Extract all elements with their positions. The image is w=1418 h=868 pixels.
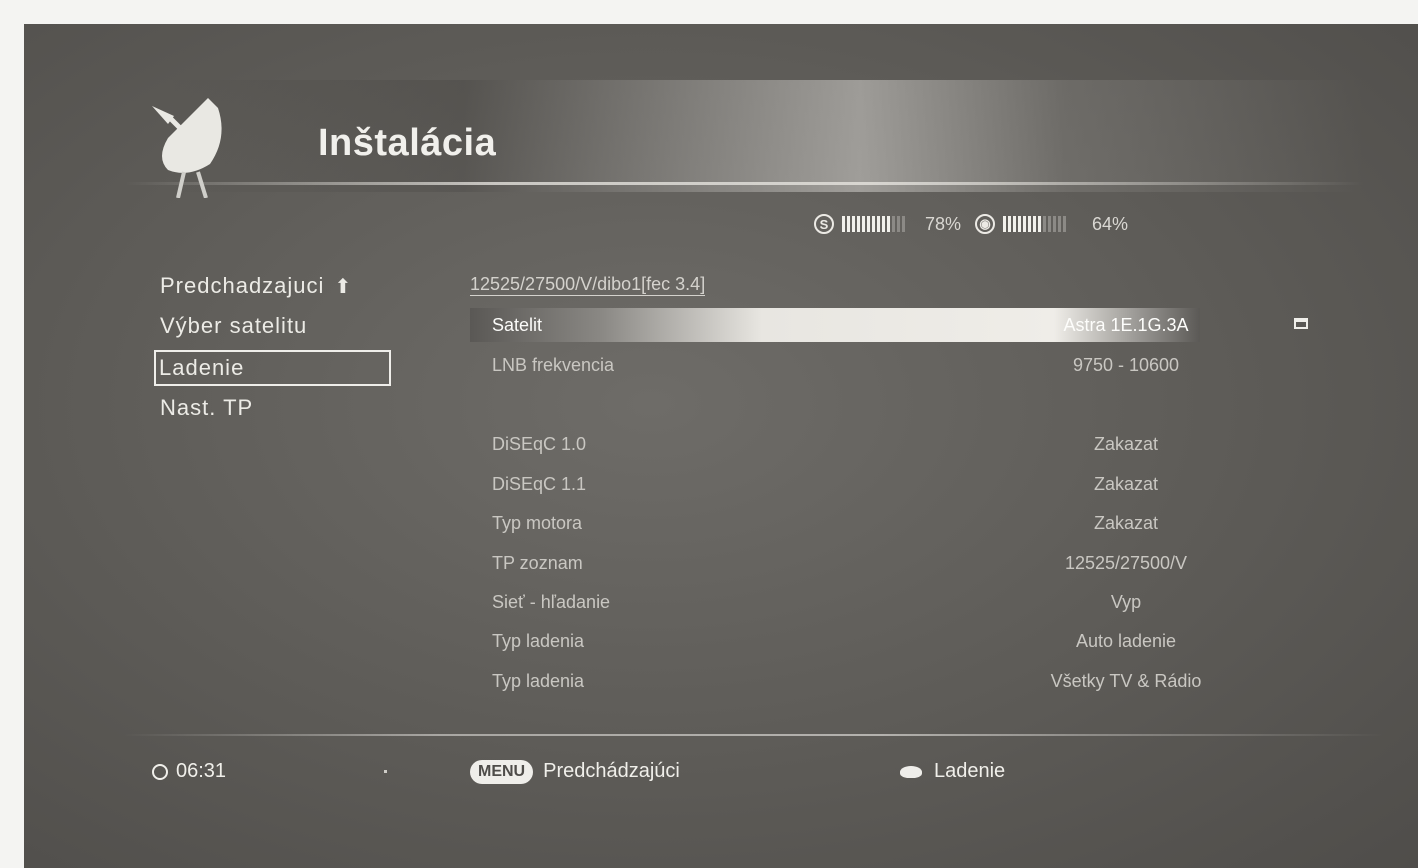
setting-row-network-search[interactable]: Sieť - hľadanie Vyp bbox=[492, 582, 1392, 622]
setting-label: Sieť - hľadanie bbox=[492, 592, 611, 612]
signal-bar-segment bbox=[872, 216, 875, 232]
signal-bar-segment bbox=[857, 216, 860, 232]
page-title: Inštalácia bbox=[318, 122, 497, 164]
menu-item-tp-settings[interactable]: Nast. TP bbox=[154, 388, 391, 428]
clock: 06:31 bbox=[152, 756, 226, 786]
signal-bar-segment bbox=[1063, 216, 1066, 232]
clock-icon bbox=[152, 763, 168, 780]
signal-indicator: S 78% ◉ 64% bbox=[814, 210, 1128, 238]
footer-divider bbox=[124, 734, 1384, 736]
signal-bar-segment bbox=[867, 216, 870, 232]
signal-quality-value: 64% bbox=[1092, 213, 1129, 234]
signal-bar-segment bbox=[1048, 216, 1051, 232]
setting-row-scan-type[interactable]: Typ ladenia Auto ladenie bbox=[492, 621, 1392, 661]
setting-row-motor-type[interactable]: Typ motora Zakazat bbox=[492, 503, 1392, 543]
setting-row-diseqc-1-0[interactable]: DiSEqC 1.0 Zakazat bbox=[492, 424, 1392, 464]
signal-bar-segment bbox=[852, 216, 855, 232]
setting-value[interactable]: Auto ladenie bbox=[936, 621, 1316, 661]
setting-row-satellite[interactable]: Satelit Astra 1E.1G.3A bbox=[492, 305, 1392, 345]
signal-bar-segment bbox=[877, 216, 880, 232]
footer-menu-label: Predchádzajúci bbox=[543, 760, 680, 782]
signal-bar-segment bbox=[892, 216, 895, 232]
signal-bar-segment bbox=[887, 216, 890, 232]
setting-row-channel-type[interactable]: Typ ladenia Všetky TV & Rádio bbox=[492, 661, 1392, 701]
signal-bar-segment bbox=[1028, 216, 1031, 232]
setting-label: LNB frekvencia bbox=[492, 355, 615, 375]
footer-ok-label: Ladenie bbox=[934, 760, 1006, 782]
signal-bar-segment bbox=[902, 216, 905, 232]
setting-value[interactable]: Vyp bbox=[936, 582, 1316, 622]
ok-key-icon bbox=[900, 765, 922, 778]
setting-value[interactable]: Astra 1E.1G.3A bbox=[936, 305, 1316, 345]
transponder-title: 12525/27500/V/dibo1[fec 3.4] bbox=[470, 274, 706, 296]
signal-quality-bar bbox=[1003, 216, 1066, 232]
signal-bar-segment bbox=[1033, 216, 1036, 232]
satellite-dish-icon bbox=[152, 98, 222, 198]
setting-value[interactable]: Zakazat bbox=[936, 424, 1316, 464]
signal-bar-segment bbox=[1058, 216, 1061, 232]
signal-bar-segment bbox=[842, 216, 845, 232]
setting-label: TP zoznam bbox=[492, 553, 583, 573]
signal-strength-icon: S bbox=[814, 214, 834, 234]
setting-value[interactable]: Zakazat bbox=[936, 503, 1316, 543]
setting-value[interactable]: 9750 - 10600 bbox=[936, 345, 1316, 385]
signal-bar-segment bbox=[1038, 216, 1041, 232]
signal-strength-value: 78% bbox=[925, 213, 962, 234]
setting-value[interactable]: Všetky TV & Rádio bbox=[936, 661, 1316, 701]
side-menu: Predchadzajuci ⬆ Výber satelitu Ladenie N… bbox=[154, 266, 391, 428]
setting-row-lnb-frequency[interactable]: LNB frekvencia 9750 - 10600 bbox=[492, 345, 1392, 385]
setting-label: Satelit bbox=[492, 315, 543, 335]
separator-dot bbox=[384, 770, 387, 773]
signal-bar-segment bbox=[882, 216, 885, 232]
edit-list-icon[interactable] bbox=[1294, 318, 1308, 329]
setting-label: Typ motora bbox=[492, 513, 583, 533]
signal-strength-bar bbox=[842, 216, 905, 232]
footer-menu-hint[interactable]: MENU Predchádzajúci bbox=[470, 756, 680, 786]
signal-bar-segment bbox=[1023, 216, 1026, 232]
footer-ok-hint[interactable]: Ladenie bbox=[900, 756, 1005, 786]
arrow-up-icon: ⬆ bbox=[334, 276, 353, 298]
menu-item-label: Predchadzajuci bbox=[160, 273, 325, 298]
signal-bar-segment bbox=[847, 216, 850, 232]
signal-bar-segment bbox=[1018, 216, 1021, 232]
clock-time: 06:31 bbox=[176, 760, 227, 782]
signal-bar-segment bbox=[862, 216, 865, 232]
setting-label: Typ ladenia bbox=[492, 671, 585, 691]
menu-key-icon: MENU bbox=[470, 759, 534, 784]
signal-bar-segment bbox=[1003, 216, 1006, 232]
setting-label: DiSEqC 1.0 bbox=[492, 434, 587, 454]
setting-value[interactable]: Zakazat bbox=[936, 464, 1316, 504]
menu-item-tuning[interactable]: Ladenie bbox=[154, 350, 391, 386]
setting-row-tp-list[interactable]: TP zoznam 12525/27500/V bbox=[492, 543, 1392, 583]
setting-label: Typ ladenia bbox=[492, 631, 585, 651]
setting-row-diseqc-1-1[interactable]: DiSEqC 1.1 Zakazat bbox=[492, 464, 1392, 504]
signal-bar-segment bbox=[1013, 216, 1016, 232]
header-divider bbox=[124, 182, 1364, 185]
setting-label: DiSEqC 1.1 bbox=[492, 474, 587, 494]
signal-bar-segment bbox=[1043, 216, 1046, 232]
menu-item-satellite-selection[interactable]: Výber satelitu bbox=[154, 306, 391, 346]
tv-screen: Inštalácia S 78% ◉ 64% Predchadzajuci ⬆ V… bbox=[24, 24, 1418, 868]
setting-value[interactable]: 12525/27500/V bbox=[936, 543, 1316, 583]
signal-bar-segment bbox=[1053, 216, 1056, 232]
signal-bar-segment bbox=[897, 216, 900, 232]
signal-bar-segment bbox=[1008, 216, 1011, 232]
menu-item-previous[interactable]: Predchadzajuci ⬆ bbox=[154, 266, 391, 306]
signal-quality-icon: ◉ bbox=[975, 214, 995, 234]
